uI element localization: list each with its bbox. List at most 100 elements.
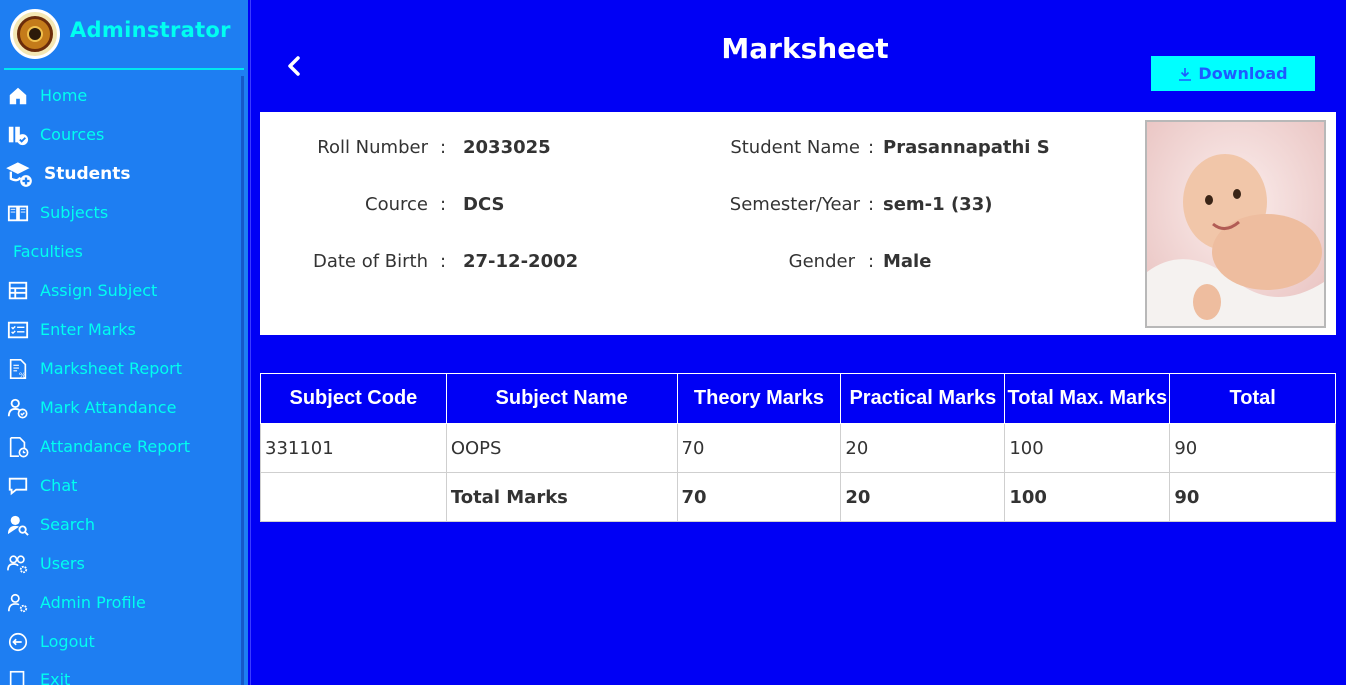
sidebar-item-students[interactable]: Students bbox=[0, 154, 240, 193]
student-photo bbox=[1145, 120, 1326, 328]
sidebar-item-label: Search bbox=[40, 515, 95, 534]
logout-icon bbox=[6, 630, 30, 654]
users-gear-icon bbox=[6, 552, 30, 576]
sidebar-item-label: Subjects bbox=[40, 203, 109, 222]
separator: : bbox=[440, 137, 447, 158]
total-practical-marks: 20 bbox=[840, 472, 1006, 522]
sidebar-item-logout[interactable]: Logout bbox=[0, 622, 240, 661]
sidebar-item-label: Enter Marks bbox=[40, 320, 136, 339]
sidebar-item-subjects[interactable]: Subjects bbox=[0, 193, 240, 232]
theory-marks-cell: 70 bbox=[676, 423, 842, 473]
main-content bbox=[250, 0, 1346, 685]
brand: Adminstrator bbox=[0, 0, 244, 68]
sidebar-item-attandance-report[interactable]: Attandance Report bbox=[0, 427, 240, 466]
sidebar-item-mark-attandance[interactable]: Mark Attandance bbox=[0, 388, 240, 427]
home-icon bbox=[6, 84, 30, 108]
grand-total: 90 bbox=[1169, 472, 1336, 522]
sidebar-item-users[interactable]: Users bbox=[0, 544, 240, 583]
course-value: DCS bbox=[463, 194, 505, 215]
sidebar-scrollbar[interactable] bbox=[241, 76, 244, 685]
student-name-label: Student Name bbox=[730, 137, 860, 158]
total-marks-label: Total Marks bbox=[445, 472, 678, 522]
sidebar-item-faculties[interactable]: Faculties bbox=[0, 232, 240, 271]
semester-value: sem-1 (33) bbox=[883, 194, 993, 215]
document-clock-icon bbox=[6, 435, 30, 459]
sidebar: Adminstrator Home Cources Students Subje… bbox=[0, 0, 248, 685]
download-button[interactable]: Download bbox=[1151, 56, 1315, 91]
sidebar-item-enter-marks[interactable]: Enter Marks bbox=[0, 310, 240, 349]
header-theory-marks: Theory Marks bbox=[676, 373, 842, 424]
sidebar-item-marksheet-report[interactable]: % Marksheet Report bbox=[0, 349, 240, 388]
sidebar-item-label: Chat bbox=[40, 476, 78, 495]
subject-code-cell: 331101 bbox=[260, 423, 447, 473]
chevron-left-icon bbox=[288, 56, 300, 76]
graduate-add-icon bbox=[4, 159, 34, 189]
table-row: 331101 OOPS 70 20 100 90 bbox=[260, 423, 1336, 473]
sidebar-item-label: Marksheet Report bbox=[40, 359, 183, 378]
total-row-empty-cell bbox=[260, 472, 447, 522]
header-subject-name: Subject Name bbox=[445, 373, 678, 424]
practical-marks-cell: 20 bbox=[840, 423, 1006, 473]
header-total-max-marks: Total Max. Marks bbox=[1004, 373, 1171, 424]
dob-value: 27-12-2002 bbox=[463, 251, 579, 272]
separator: : bbox=[440, 251, 447, 272]
header-practical-marks: Practical Marks bbox=[840, 373, 1006, 424]
open-book-icon bbox=[6, 201, 30, 225]
sidebar-item-label: Logout bbox=[40, 632, 95, 651]
university-logo bbox=[10, 9, 60, 59]
sidebar-item-label: Cources bbox=[40, 125, 105, 144]
header-total: Total bbox=[1169, 373, 1336, 424]
sidebar-item-label: Assign Subject bbox=[40, 281, 158, 300]
brand-divider bbox=[4, 68, 244, 70]
total-cell: 90 bbox=[1169, 423, 1336, 473]
brand-title: Adminstrator bbox=[70, 18, 231, 42]
roll-number-label: Roll Number bbox=[317, 137, 428, 158]
sidebar-item-label: Users bbox=[40, 554, 85, 573]
semester-label: Semester/Year bbox=[729, 194, 860, 215]
header-subject-code: Subject Code bbox=[260, 373, 447, 424]
gender-label: Gender bbox=[788, 251, 855, 272]
marks-table: Subject Code Subject Name Theory Marks P… bbox=[260, 373, 1336, 522]
svg-text:%: % bbox=[19, 370, 26, 379]
subject-name-cell: OOPS bbox=[445, 423, 678, 473]
student-name-value: Prasannapathi S bbox=[883, 137, 1050, 158]
sidebar-item-assign-subject[interactable]: Assign Subject bbox=[0, 271, 240, 310]
separator: : bbox=[868, 194, 875, 215]
separator: : bbox=[440, 194, 447, 215]
sidebar-item-search[interactable]: Search bbox=[0, 505, 240, 544]
total-max-marks: 100 bbox=[1004, 472, 1171, 522]
gender-value: Male bbox=[883, 251, 932, 272]
user-search-icon bbox=[6, 513, 30, 537]
chat-bubble-icon bbox=[6, 474, 30, 498]
user-check-icon bbox=[6, 396, 30, 420]
download-icon bbox=[1179, 67, 1192, 81]
assign-table-icon bbox=[6, 279, 30, 303]
separator: : bbox=[868, 137, 875, 158]
sidebar-item-label: Exit bbox=[40, 670, 71, 685]
sidebar-item-chat[interactable]: Chat bbox=[0, 466, 240, 505]
sidebar-item-label: Attandance Report bbox=[40, 437, 191, 456]
back-button[interactable] bbox=[284, 54, 304, 78]
sidebar-item-label: Home bbox=[40, 86, 88, 105]
sidebar-item-home[interactable]: Home bbox=[0, 76, 240, 115]
marks-list-icon bbox=[6, 318, 30, 342]
table-header-row: Subject Code Subject Name Theory Marks P… bbox=[260, 373, 1336, 424]
sidebar-item-label: Admin Profile bbox=[40, 593, 146, 612]
sidebar-item-exit[interactable]: Exit bbox=[0, 660, 240, 685]
total-row: Total Marks 70 20 100 90 bbox=[260, 472, 1336, 522]
sidebar-item-label: Faculties bbox=[13, 242, 83, 261]
books-check-icon bbox=[6, 123, 30, 147]
total-max-marks-cell: 100 bbox=[1004, 423, 1171, 473]
user-gear-icon bbox=[6, 591, 30, 615]
exit-icon bbox=[6, 668, 30, 685]
separator: : bbox=[868, 251, 875, 272]
report-percent-icon: % bbox=[6, 357, 30, 381]
sidebar-item-cources[interactable]: Cources bbox=[0, 115, 240, 154]
sidebar-item-label: Students bbox=[44, 163, 131, 184]
sidebar-item-label: Mark Attandance bbox=[40, 398, 177, 417]
download-label: Download bbox=[1198, 64, 1288, 83]
dob-label: Date of Birth bbox=[312, 251, 428, 272]
sidebar-item-admin-profile[interactable]: Admin Profile bbox=[0, 583, 240, 622]
page-title: Marksheet bbox=[721, 32, 889, 65]
roll-number-value: 2033025 bbox=[463, 137, 551, 158]
